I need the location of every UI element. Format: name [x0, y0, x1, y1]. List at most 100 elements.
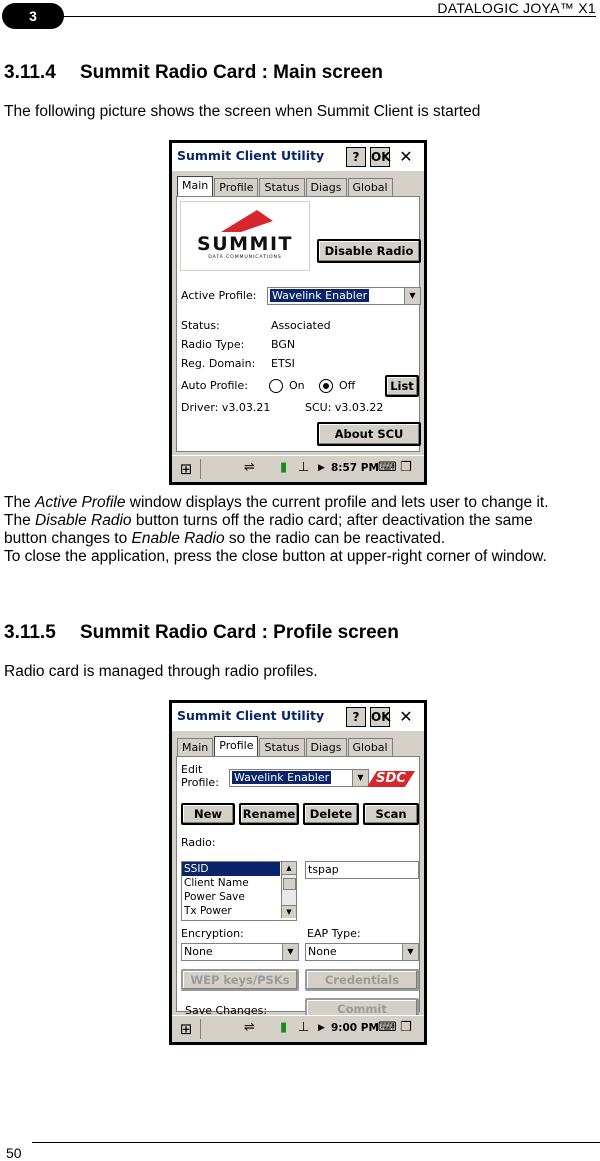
close-icon[interactable]: ✕ [396, 147, 416, 167]
expand-arrow-icon[interactable]: ▶ [318, 463, 325, 473]
windows-switcher-icon[interactable]: ❐ [400, 460, 412, 475]
edit-profile-dropdown[interactable]: Wavelink Enabler ▼ [229, 769, 369, 787]
volume-icon[interactable]: ⊥ [298, 1020, 309, 1035]
radio-type-label: Radio Type: [181, 338, 245, 351]
signal-strength-icon[interactable]: ▮ [280, 1020, 287, 1035]
keyboard-icon[interactable]: ⌨ [378, 460, 397, 475]
delete-profile-button[interactable]: Delete [303, 803, 359, 825]
ok-button[interactable]: OK [370, 707, 391, 727]
tab-main[interactable]: Main [177, 176, 214, 198]
list-button[interactable]: List [385, 375, 419, 397]
list-item[interactable]: Client Name [182, 876, 296, 890]
header-rule [60, 16, 596, 17]
list-item[interactable]: Power Save [182, 890, 296, 904]
chevron-down-icon: ▼ [282, 944, 298, 960]
tab-main[interactable]: Main [177, 738, 214, 757]
list-item[interactable]: SSID [182, 862, 280, 876]
tab-status[interactable]: Status [259, 738, 305, 757]
connectivity-icon[interactable]: ⇌ [244, 1020, 255, 1035]
chevron-down-icon: ▼ [402, 944, 418, 960]
ssid-value-field[interactable]: tspap [305, 861, 419, 879]
desc-text: The [4, 494, 36, 511]
summit-logo-mark [221, 210, 273, 232]
tab-global[interactable]: Global [347, 738, 393, 757]
eap-type-value: None [308, 945, 337, 958]
tab-bar: Main Profile Status Diags Global [177, 176, 394, 198]
windows-switcher-icon[interactable]: ❐ [400, 1020, 412, 1035]
desc-line-close: To close the application, press the clos… [4, 548, 547, 565]
auto-profile-off-label: Off [339, 379, 356, 392]
auto-profile-on-label: On [289, 379, 305, 392]
section-title: Summit Radio Card : Profile screen [80, 622, 399, 643]
desc-text: The [4, 512, 36, 529]
section-heading-main-screen: 3.11.4 Summit Radio Card : Main screen [4, 62, 383, 84]
scroll-up-icon[interactable]: ▲ [282, 862, 296, 875]
tab-profile[interactable]: Profile [214, 178, 259, 197]
device-screen: Summit Client Utility ? OK ✕ Main Profil… [172, 703, 424, 1042]
close-icon[interactable]: ✕ [396, 707, 416, 727]
screenshot-main-screen: Summit Client Utility ? OK ✕ Main Profil… [169, 140, 427, 485]
scroll-thumb[interactable] [283, 878, 296, 890]
tab-diags[interactable]: Diags [305, 738, 347, 757]
eap-type-dropdown[interactable]: None ▼ [305, 943, 419, 961]
auto-profile-off-radio[interactable] [319, 379, 333, 393]
help-button[interactable]: ? [346, 147, 366, 167]
active-profile-label: Active Profile: [181, 289, 257, 302]
tab-diags[interactable]: Diags [305, 178, 347, 197]
taskbar-clock[interactable]: 8:57 PM [331, 462, 379, 474]
windows-start-icon[interactable]: ⊞ [176, 1019, 196, 1039]
active-profile-value: Wavelink Enabler [270, 289, 370, 302]
rename-profile-button[interactable]: Rename [239, 803, 299, 825]
tab-global[interactable]: Global [347, 178, 393, 197]
radio-type-value: BGN [271, 338, 296, 351]
status-value: Associated [271, 319, 331, 332]
credentials-button[interactable]: Credentials [305, 969, 419, 991]
section-intro: Radio card is managed through radio prof… [4, 663, 318, 680]
wep-keys-button[interactable]: WEP keys/PSKs [181, 969, 299, 991]
taskbar: ⊞ ⇌ ▮ ⊥ ▶ 8:57 PM ⌨ ❐ [172, 455, 424, 482]
taskbar-separator [200, 459, 201, 479]
ok-button[interactable]: OK [370, 147, 391, 167]
new-profile-button[interactable]: New [181, 803, 235, 825]
header-title: DATALOGIC JOYA™ X1 [437, 0, 596, 16]
summit-logo-word: SUMMIT [197, 233, 293, 255]
windows-start-icon[interactable]: ⊞ [176, 459, 196, 479]
encryption-value: None [184, 945, 213, 958]
section-intro: The following picture shows the screen w… [4, 103, 481, 120]
section-number: 3.11.4 [4, 62, 56, 83]
auto-profile-on-radio[interactable] [269, 379, 283, 393]
radio-settings-list[interactable]: SSID Client Name Power Save Tx Power ▲ ▼ [181, 861, 297, 921]
edit-profile-label-line2: Profile: [181, 776, 219, 789]
reg-domain-label: Reg. Domain: [181, 357, 256, 370]
keyboard-icon[interactable]: ⌨ [378, 1020, 397, 1035]
reg-domain-value: ETSI [271, 357, 295, 370]
help-button[interactable]: ? [346, 707, 366, 727]
summit-logo-subtext: DATA COMMUNICATIONS [208, 255, 282, 260]
disable-radio-button[interactable]: Disable Radio [317, 239, 421, 263]
scan-button[interactable]: Scan [363, 803, 419, 825]
expand-arrow-icon[interactable]: ▶ [318, 1023, 325, 1033]
list-item[interactable]: Tx Power [182, 904, 296, 918]
signal-strength-icon[interactable]: ▮ [280, 460, 287, 475]
page-number: 50 [6, 1145, 22, 1161]
window-title: Summit Client Utility [177, 148, 325, 163]
desc-emphasis-disable-radio: Disable Radio [35, 512, 132, 529]
connectivity-icon[interactable]: ⇌ [244, 460, 255, 475]
encryption-label: Encryption: [181, 927, 244, 940]
summit-logo: SUMMIT DATA COMMUNICATIONS [180, 201, 310, 271]
encryption-dropdown[interactable]: None ▼ [181, 943, 299, 961]
active-profile-dropdown[interactable]: Wavelink Enabler ▼ [267, 287, 421, 305]
tab-profile[interactable]: Profile [214, 736, 259, 758]
sdc-logo: SDC [367, 769, 415, 789]
auto-profile-label: Auto Profile: [181, 379, 248, 392]
taskbar-clock[interactable]: 9:00 PM [331, 1022, 379, 1034]
radio-label: Radio: [181, 836, 216, 849]
tab-status[interactable]: Status [259, 178, 305, 197]
list-scrollbar[interactable]: ▲ ▼ [281, 862, 296, 918]
window-titlebar: Summit Client Utility ? OK ✕ [172, 143, 424, 171]
taskbar-separator [200, 1019, 201, 1039]
scroll-down-icon[interactable]: ▼ [282, 905, 296, 918]
section-number: 3.11.5 [4, 622, 56, 643]
about-scu-button[interactable]: About SCU [317, 422, 421, 446]
volume-icon[interactable]: ⊥ [298, 460, 309, 475]
